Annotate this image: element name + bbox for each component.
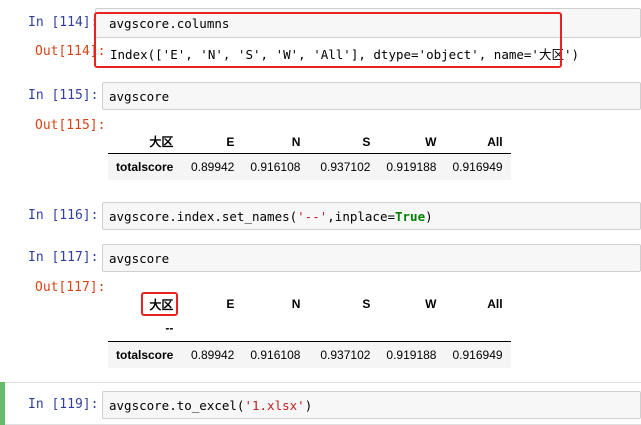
cell-value-e: 0.89942 (190, 348, 235, 362)
cell-value-w: 0.919188 (386, 348, 437, 362)
cell-116-input[interactable]: avgscore.index.set_names('--',inplace=Tr… (102, 202, 641, 230)
cell-value-s: 0.937102 (320, 160, 371, 174)
column-header-w: W (425, 297, 437, 311)
cell-value-n: 0.916108 (250, 160, 301, 174)
dataframe-table: 大区 E N S W All totalscore 0.89942 0.9161… (108, 131, 511, 180)
dataframe-output-115: 大区 E N S W All totalscore 0.89942 0.9161… (108, 131, 511, 180)
cell-value-w: 0.919188 (386, 160, 437, 174)
column-header-e: E (226, 297, 235, 311)
cell-115-in-prompt: In [115]: (28, 88, 99, 103)
cell-115-code: avgscore (109, 89, 170, 104)
column-header-s: S (362, 297, 371, 311)
column-header-e: E (226, 134, 235, 149)
cell-117-out-prompt: Out[117]: (35, 280, 106, 295)
cell-117-input[interactable]: avgscore (102, 244, 641, 272)
column-header-w: W (425, 134, 437, 149)
column-header-all: All (487, 297, 503, 311)
column-header-n: N (291, 134, 301, 149)
cell-117-code: avgscore (109, 251, 170, 266)
cell-119-in-prompt: In [119]: (28, 397, 99, 412)
cell-114-in-prompt: In [114]: (28, 15, 99, 30)
row-label: totalscore (116, 160, 174, 174)
highlight-box-columns-name (141, 292, 178, 316)
cell-119-input[interactable]: avgscore.to_excel('1.xlsx') (102, 391, 641, 419)
cell-116-code: avgscore.index.set_names('--',inplace=Tr… (109, 209, 433, 224)
row-label: totalscore (116, 348, 174, 362)
cell-value-s: 0.937102 (320, 348, 371, 362)
table-row: totalscore 0.89942 0.916108 0.937102 0.9… (108, 154, 511, 180)
cell-value-e: 0.89942 (190, 160, 235, 174)
cell-115-out-prompt: Out[115]: (35, 118, 106, 133)
selected-cell-indicator (0, 382, 5, 425)
index-name-header: -- (165, 320, 174, 335)
cell-value-all: 0.916949 (452, 348, 503, 362)
cell-116-in-prompt: In [116]: (28, 208, 99, 223)
table-row: totalscore 0.89942 0.916108 0.937102 0.9… (108, 342, 511, 368)
cell-117-in-prompt: In [117]: (28, 250, 99, 265)
highlight-box-columns (94, 12, 562, 68)
column-header-all: All (487, 134, 503, 149)
cell-value-all: 0.916949 (452, 160, 503, 174)
column-header-s: S (362, 134, 371, 149)
column-header-n: N (291, 297, 301, 311)
columns-name-header: 大区 (149, 135, 174, 150)
cell-value-n: 0.916108 (250, 348, 301, 362)
cell-119-code: avgscore.to_excel('1.xlsx') (109, 398, 313, 413)
cell-115-input[interactable]: avgscore (102, 82, 641, 110)
